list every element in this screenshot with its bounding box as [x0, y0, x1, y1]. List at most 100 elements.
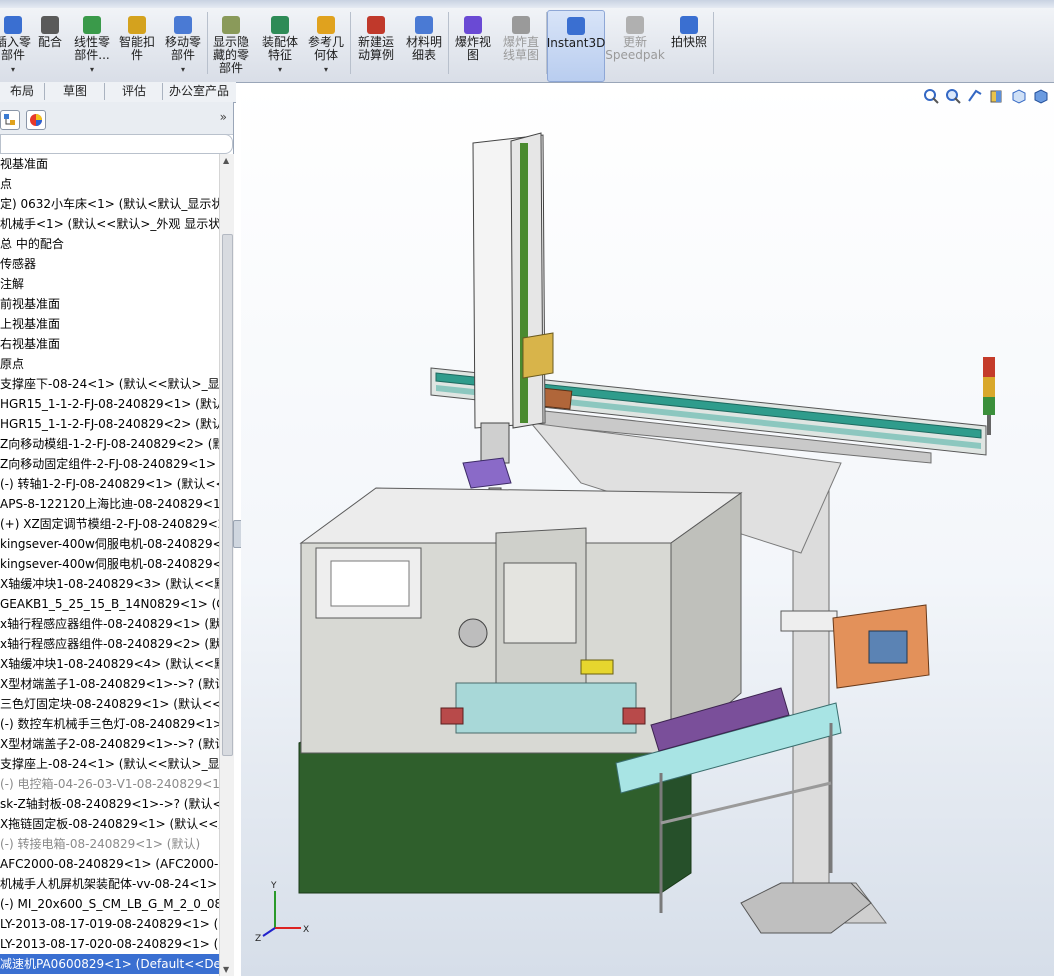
feature-tree-tab-icon[interactable]: [0, 110, 20, 130]
tree-scrollbar[interactable]: ▲ ▼: [219, 154, 234, 976]
motion-button[interactable]: 新建运 动算例: [355, 10, 397, 80]
tree-item[interactable]: 支撑座下-08-24<1> (默认<<默认>_显示: [0, 374, 219, 394]
tree-item[interactable]: x轴行程感应器组件-08-240829<2> (默认: [0, 634, 219, 654]
instant3d-button[interactable]: Instant3D: [547, 10, 605, 82]
tree-item[interactable]: 三色灯固定块-08-240829<1> (默认<<默: [0, 694, 219, 714]
tree-item[interactable]: X拖链固定板-08-240829<1> (默认<<默: [0, 814, 219, 834]
instant3d-icon: [567, 17, 585, 35]
panel-tabs: »: [0, 102, 233, 135]
insert-icon: [4, 16, 22, 34]
tab-office-products[interactable]: 办公室产品: [164, 83, 234, 100]
tree-item[interactable]: x轴行程感应器组件-08-240829<1> (默认: [0, 614, 219, 634]
insert-button[interactable]: 插入零 部件▾: [0, 10, 32, 80]
tree-item[interactable]: 注解: [0, 274, 24, 294]
speedpak-icon: [626, 16, 644, 34]
dropdown-arrow-icon[interactable]: ▾: [181, 63, 185, 76]
linear-button[interactable]: 线性零 部件... ▾: [70, 10, 114, 80]
tree-item[interactable]: LY-2013-08-17-019-08-240829<1> (D: [0, 914, 219, 934]
tree-item[interactable]: HGR15_1-1-2-FJ-08-240829<1> (默认<: [0, 394, 219, 414]
z-axis-column: [462, 132, 554, 517]
asmfeat-button[interactable]: 装配体 特征 ▾: [258, 10, 302, 80]
scroll-up-icon[interactable]: ▲: [223, 156, 229, 165]
tree-item[interactable]: Z向移动固定组件-2-FJ-08-240829<1> (≡: [0, 454, 219, 474]
dropdown-arrow-icon[interactable]: ▾: [278, 63, 282, 76]
tree-item[interactable]: (-) MI_20x600_S_CM_LB_G_M_2_0_082!: [0, 894, 219, 914]
mate-icon: [41, 16, 59, 34]
tree-item[interactable]: 减速机PA0600829<1> (Default<<Defa: [0, 954, 219, 974]
tree-item[interactable]: GEAKB1_5_25_15_B_14N0829<1> (GE: [0, 594, 219, 614]
tree-item[interactable]: 点: [0, 174, 12, 194]
smart-button[interactable]: 智能扣 件: [115, 10, 159, 80]
speedpak-label: 更新 Speedpak: [605, 35, 665, 62]
tree-item[interactable]: kingsever-400w伺服电机-08-240829<2: [0, 554, 219, 574]
snapshot-label: 拍快照: [670, 35, 707, 49]
graphics-area[interactable]: Y X Z: [241, 83, 1054, 976]
scroll-thumb[interactable]: [222, 234, 233, 756]
tree-item[interactable]: sk-Z轴封板-08-240829<1>->? (默认<<: [0, 794, 219, 814]
tree-item[interactable]: X轴缓冲块1-08-240829<4> (默认<<默: [0, 654, 219, 674]
ribbon-separator: [713, 12, 714, 74]
mate-button[interactable]: 配合: [34, 10, 66, 80]
tree-filter-bar[interactable]: [0, 134, 233, 154]
tree-item[interactable]: 右视基准面: [0, 334, 60, 354]
scroll-down-icon[interactable]: ▼: [223, 965, 229, 974]
tree-item[interactable]: 视基准面: [0, 154, 48, 174]
tree-item[interactable]: Z向移动模组-1-2-FJ-08-240829<2> (默: [0, 434, 219, 454]
speedpak-button[interactable]: 更新 Speedpak: [605, 10, 665, 80]
feature-tree: 视基准面点定) 0632小车床<1> (默认<默认_显示状态 机械手<1> (默认…: [0, 154, 219, 976]
bom-button[interactable]: 材料明 细表: [402, 10, 446, 80]
snapshot-button[interactable]: 拍快照: [667, 10, 711, 80]
tree-item[interactable]: (+) XZ固定调节模组-2-FJ-08-240829<2: [0, 514, 219, 534]
showhide-icon: [222, 16, 240, 34]
tree-item[interactable]: 机械手人机屏机架装配体-vv-08-24<1> (: [0, 874, 219, 894]
smart-icon: [128, 16, 146, 34]
tree-item[interactable]: 上视基准面: [0, 314, 60, 334]
cad-model-view: Y X Z: [255, 132, 995, 944]
asmfeat-icon: [271, 16, 289, 34]
move-button[interactable]: 移动零 部件 ▾: [161, 10, 205, 80]
tree-item[interactable]: 前视基准面: [0, 294, 60, 314]
snapshot-icon: [680, 16, 698, 34]
triad-x-label: X: [303, 925, 309, 935]
linear-icon: [83, 16, 101, 34]
linear-label: 线性零 部件...: [73, 35, 110, 62]
triad-z-label: Z: [255, 934, 261, 944]
dropdown-arrow-icon[interactable]: ▾: [11, 63, 15, 76]
bom-icon: [415, 16, 433, 34]
dropdown-arrow-icon[interactable]: ▾: [90, 63, 94, 76]
tree-item[interactable]: kingsever-400w伺服电机-08-240829<1: [0, 534, 219, 554]
tree-item[interactable]: 传感器: [0, 254, 36, 274]
refgeom-button[interactable]: 参考几 何体 ▾: [304, 10, 348, 80]
tree-item[interactable]: X型材端盖子1-08-240829<1>->? (默认: [0, 674, 219, 694]
feature-manager-panel: » 视基准面点定) 0632小车床<1> (默认<默认_显示状态 机械手<1> (…: [0, 102, 234, 976]
tree-item[interactable]: (-) 电控箱-04-26-03-V1-08-240829<1>: [0, 774, 219, 794]
appearance-tab-icon[interactable]: [26, 110, 46, 130]
tree-item[interactable]: 总 中的配合: [0, 234, 64, 254]
tree-item[interactable]: AFC2000-08-240829<1> (AFC2000-P<: [0, 854, 219, 874]
tree-item[interactable]: 机械手<1> (默认<<默认>_外观 显示状态: [0, 214, 219, 234]
ribbon-separator: [350, 12, 351, 74]
dropdown-arrow-icon[interactable]: ▾: [324, 63, 328, 76]
tree-item[interactable]: 支撑座上-08-24<1> (默认<<默认>_显示: [0, 754, 219, 774]
command-manager-tabs: 布局 草图 评估 办公室产品: [0, 82, 236, 103]
tree-item[interactable]: (-) 转接电箱-08-240829<1> (默认): [0, 834, 200, 854]
tab-sketch[interactable]: 草图: [46, 83, 105, 100]
tree-item[interactable]: X型材端盖子2-08-240829<1>->? (默认: [0, 734, 219, 754]
tree-item[interactable]: 原点: [0, 354, 24, 374]
smart-label: 智能扣 件: [118, 35, 155, 62]
tree-item[interactable]: LY-2013-08-17-020-08-240829<1> (D: [0, 934, 219, 954]
tree-item[interactable]: HGR15_1-1-2-FJ-08-240829<2> (默认<: [0, 414, 219, 434]
tree-item[interactable]: (-) 转轴1-2-FJ-08-240829<1> (默认<<: [0, 474, 219, 494]
tree-item[interactable]: (-) 数控车机械手三色灯-08-240829<1>: [0, 714, 219, 734]
tree-item[interactable]: APS-8-122120上海比迪-08-240829<1>: [0, 494, 219, 514]
tab-evaluate[interactable]: 评估: [106, 83, 163, 100]
explodeline-button[interactable]: 爆炸直 线草图: [498, 10, 544, 80]
explode-button[interactable]: 爆炸视 图: [450, 10, 496, 80]
explode-icon: [464, 16, 482, 34]
showhide-button[interactable]: 显示隐 藏的零 部件: [208, 10, 254, 80]
expand-panel-icon[interactable]: »: [220, 110, 227, 124]
tree-item[interactable]: 定) 0632小车床<1> (默认<默认_显示状态: [0, 194, 219, 214]
tree-item[interactable]: X轴缓冲块1-08-240829<3> (默认<<默: [0, 574, 219, 594]
asmfeat-label: 装配体 特征: [261, 35, 298, 62]
tab-layout[interactable]: 布局: [0, 83, 45, 100]
